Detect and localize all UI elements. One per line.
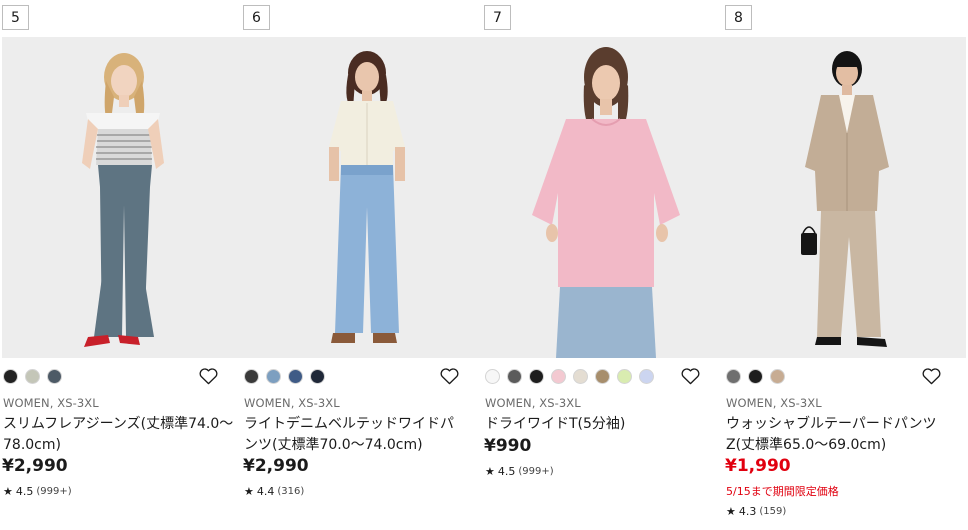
rating-count: (159) (759, 506, 787, 517)
rating-count: (999+) (518, 466, 554, 477)
model-photo-wide-pants (243, 37, 484, 358)
product-grid: 5 WOMEN, XS-3XL スリムフレアジーンズ(丈標準74.0〜 78.0… (0, 0, 968, 530)
product-card[interactable]: 5 WOMEN, XS-3XL スリムフレアジーンズ(丈標準74.0〜 78.0… (2, 0, 243, 530)
product-name-line: Z(丈標準65.0〜69.0cm) (726, 437, 887, 453)
product-image[interactable] (243, 37, 484, 358)
star-icon: ★ (485, 465, 495, 478)
color-swatches (244, 369, 325, 384)
rank-badge: 6 (243, 5, 270, 30)
rating-count: (999+) (36, 486, 72, 497)
color-swatch[interactable] (507, 369, 522, 384)
color-swatch[interactable] (529, 369, 544, 384)
product-name[interactable]: ライトデニムベルテッドワイドパ ンツ(丈標準70.0〜74.0cm) (244, 414, 482, 456)
product-name-line: スリムフレアジーンズ(丈標準74.0〜 (3, 416, 234, 432)
color-swatch[interactable] (288, 369, 303, 384)
color-swatch[interactable] (266, 369, 281, 384)
color-swatch[interactable] (485, 369, 500, 384)
star-icon: ★ (726, 505, 736, 518)
product-price: ¥2,990 (2, 456, 68, 476)
color-swatch[interactable] (595, 369, 610, 384)
color-swatch[interactable] (639, 369, 654, 384)
product-name[interactable]: スリムフレアジーンズ(丈標準74.0〜 78.0cm) (3, 414, 241, 456)
product-rating: ★ 4.4 (316) (244, 485, 304, 498)
rank-badge: 8 (725, 5, 752, 30)
star-icon: ★ (3, 485, 13, 498)
color-swatch[interactable] (3, 369, 18, 384)
color-swatch[interactable] (244, 369, 259, 384)
product-name-line: 78.0cm) (3, 437, 61, 453)
product-gender-size: WOMEN, XS-3XL (244, 396, 340, 410)
rank-badge: 7 (484, 5, 511, 30)
heart-icon[interactable] (681, 367, 700, 385)
color-swatch[interactable] (310, 369, 325, 384)
color-swatch[interactable] (617, 369, 632, 384)
rank-badge: 5 (2, 5, 29, 30)
product-rating: ★ 4.5 (999+) (3, 485, 72, 498)
product-rating: ★ 4.3 (159) (726, 505, 786, 518)
rating-count: (316) (277, 486, 305, 497)
product-price-sale: ¥1,990 (725, 456, 791, 476)
product-name[interactable]: ドライワイドT(5分袖) (485, 414, 723, 435)
color-swatch[interactable] (726, 369, 741, 384)
model-photo-flare-jeans (2, 37, 243, 358)
color-swatches (726, 369, 785, 384)
rating-value: 4.5 (15, 485, 34, 498)
color-swatch[interactable] (770, 369, 785, 384)
heart-icon[interactable] (922, 367, 941, 385)
product-name-line: ウォッシャブルテーパードパンツ (726, 416, 937, 432)
product-image[interactable] (484, 37, 725, 358)
rating-value: 4.4 (256, 485, 275, 498)
model-photo-wide-tee (484, 37, 725, 358)
product-gender-size: WOMEN, XS-3XL (726, 396, 822, 410)
product-price: ¥2,990 (243, 456, 309, 476)
product-image[interactable] (2, 37, 243, 358)
product-name-line: ンツ(丈標準70.0〜74.0cm) (244, 437, 423, 453)
color-swatch[interactable] (25, 369, 40, 384)
product-gender-size: WOMEN, XS-3XL (485, 396, 581, 410)
color-swatch[interactable] (47, 369, 62, 384)
heart-icon[interactable] (440, 367, 459, 385)
limited-price-note: 5/15まで期間限定価格 (726, 485, 839, 498)
color-swatch[interactable] (748, 369, 763, 384)
product-card[interactable]: 7 WOMEN, XS-3XL ドライワイドT(5分袖) ¥990 ★ 4.5 … (484, 0, 725, 530)
product-name[interactable]: ウォッシャブルテーパードパンツ Z(丈標準65.0〜69.0cm) (726, 414, 964, 456)
product-image[interactable] (725, 37, 966, 358)
heart-icon[interactable] (199, 367, 218, 385)
product-card[interactable]: 8 WOMEN, XS-3XL ウォッシャブルテーパードパンツ Z(丈標準65.… (725, 0, 966, 530)
product-price: ¥990 (484, 436, 532, 456)
model-photo-tapered-pants (725, 37, 966, 358)
rating-value: 4.3 (738, 505, 757, 518)
product-card[interactable]: 6 WOMEN, XS-3XL ライトデニムベルテッドワイドパ ンツ(丈標準70… (243, 0, 484, 530)
product-gender-size: WOMEN, XS-3XL (3, 396, 99, 410)
product-name-line: ドライワイドT(5分袖) (485, 416, 626, 432)
color-swatch[interactable] (551, 369, 566, 384)
product-name-line: ライトデニムベルテッドワイドパ (244, 416, 454, 432)
color-swatch[interactable] (573, 369, 588, 384)
product-rating: ★ 4.5 (999+) (485, 465, 554, 478)
color-swatches (3, 369, 62, 384)
color-swatches (485, 369, 654, 384)
star-icon: ★ (244, 485, 254, 498)
rating-value: 4.5 (497, 465, 516, 478)
